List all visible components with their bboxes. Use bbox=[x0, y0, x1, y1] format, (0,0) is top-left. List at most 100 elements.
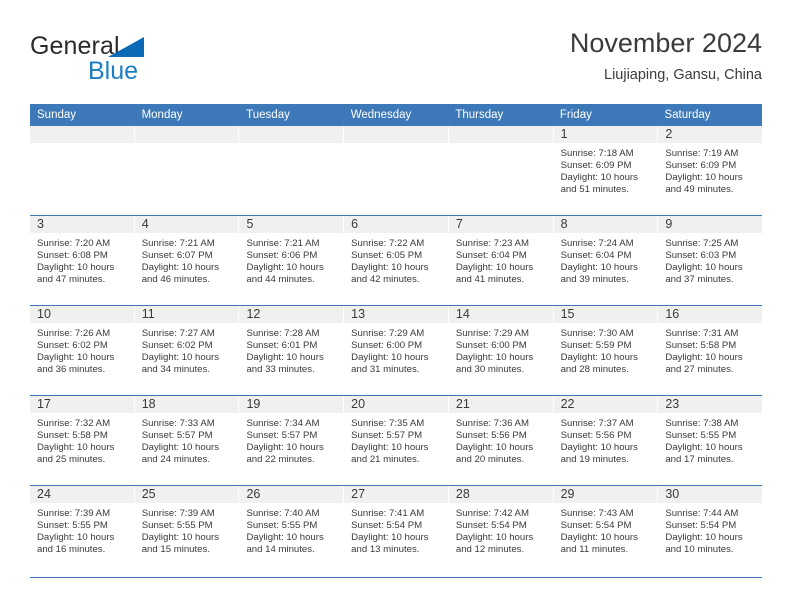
day-number: 20 bbox=[344, 396, 448, 413]
day-cell[interactable]: 18 Sunrise: 7:33 AM Sunset: 5:57 PM Dayligh… bbox=[133, 396, 239, 485]
day-cell[interactable]: 16 Sunrise: 7:31 AM Sunset: 5:58 PM Dayligh… bbox=[657, 306, 763, 395]
weekday-wednesday: Wednesday bbox=[350, 109, 412, 121]
daylight-text: Daylight: 10 hours and 44 minutes. bbox=[246, 261, 324, 285]
sunset-text: Sunset: 5:58 PM bbox=[665, 339, 737, 351]
day-number: 18 bbox=[134, 396, 239, 413]
sunrise-text: Sunrise: 7:39 AM bbox=[37, 508, 111, 519]
day-cell[interactable]: 17 Sunrise: 7:32 AM Sunset: 5:58 PM Dayligh… bbox=[30, 396, 134, 485]
brand-logo[interactable]: General Blue bbox=[30, 32, 260, 94]
day-number: 22 bbox=[553, 396, 658, 413]
day-details: Sunrise: 7:31 AM Sunset: 5:58 PM Daylight:… bbox=[658, 323, 762, 376]
day-number bbox=[134, 126, 239, 143]
day-cell[interactable]: 27 Sunrise: 7:41 AM Sunset: 5:54 PM Dayligh… bbox=[343, 486, 448, 577]
day-cell[interactable]: 25 Sunrise: 7:39 AM Sunset: 5:55 PM Dayligh… bbox=[133, 486, 239, 577]
day-cell[interactable]: 22 Sunrise: 7:37 AM Sunset: 5:56 PM Dayligh… bbox=[552, 396, 658, 485]
day-cell[interactable]: 14 Sunrise: 7:29 AM Sunset: 6:00 PM Dayligh… bbox=[447, 306, 553, 395]
daylight-text: Daylight: 10 hours and 31 minutes. bbox=[351, 351, 429, 375]
sunset-text: Sunset: 6:09 PM bbox=[665, 159, 737, 171]
sunset-text: Sunset: 6:06 PM bbox=[246, 249, 318, 261]
daylight-text: Daylight: 10 hours and 17 minutes. bbox=[665, 441, 743, 465]
sunrise-text: Sunrise: 7:34 AM bbox=[246, 418, 320, 429]
title-block: November 2024 Liujiaping, Gansu, China bbox=[570, 26, 762, 86]
daylight-text: Daylight: 10 hours and 34 minutes. bbox=[141, 351, 220, 375]
sunrise-text: Sunrise: 7:32 AM bbox=[37, 418, 111, 429]
day-details: Sunrise: 7:29 AM Sunset: 6:00 PM Daylight:… bbox=[344, 323, 448, 376]
day-cell[interactable]: 21 Sunrise: 7:36 AM Sunset: 5:56 PM Dayligh… bbox=[447, 396, 553, 485]
day-cell[interactable]: 28 Sunrise: 7:42 AM Sunset: 5:54 PM Dayligh… bbox=[447, 486, 553, 577]
daylight-text: Daylight: 10 hours and 15 minutes. bbox=[141, 531, 220, 555]
sunrise-text: Sunrise: 7:37 AM bbox=[560, 418, 634, 429]
sunset-text: Sunset: 5:55 PM bbox=[665, 429, 737, 441]
daylight-text: Daylight: 10 hours and 49 minutes. bbox=[665, 171, 743, 195]
day-number: 16 bbox=[658, 306, 763, 323]
daylight-text: Daylight: 10 hours and 42 minutes. bbox=[351, 261, 429, 285]
day-details: Sunrise: 7:39 AM Sunset: 5:55 PM Daylight:… bbox=[135, 503, 239, 556]
day-details: Sunrise: 7:27 AM Sunset: 6:02 PM Daylight:… bbox=[135, 323, 239, 376]
day-cell[interactable]: 29 Sunrise: 7:43 AM Sunset: 5:54 PM Dayligh… bbox=[552, 486, 658, 577]
day-cell[interactable]: 12 Sunrise: 7:28 AM Sunset: 6:01 PM Dayligh… bbox=[238, 306, 344, 395]
calendar-grid: Sunday Monday Tuesday Wednesday Thursday… bbox=[30, 104, 763, 578]
day-cell[interactable]: 9 Sunrise: 7:25 AM Sunset: 6:03 PM Daylight… bbox=[657, 216, 763, 305]
day-cell[interactable]: 20 Sunrise: 7:35 AM Sunset: 5:57 PM Dayligh… bbox=[343, 396, 448, 485]
daylight-text: Daylight: 10 hours and 13 minutes. bbox=[351, 531, 429, 555]
weekday-sunday: Sunday bbox=[37, 109, 77, 121]
calendar-week-row: 17 Sunrise: 7:32 AM Sunset: 5:58 PM Dayligh… bbox=[30, 396, 763, 486]
sunset-text: Sunset: 5:55 PM bbox=[141, 519, 213, 531]
day-details: Sunrise: 7:40 AM Sunset: 5:55 PM Daylight:… bbox=[239, 503, 343, 556]
day-cell[interactable]: 7 Sunrise: 7:23 AM Sunset: 6:04 PM Daylight… bbox=[447, 216, 553, 305]
day-number: 27 bbox=[344, 486, 448, 503]
day-cell-empty bbox=[238, 126, 344, 215]
daylight-text: Daylight: 10 hours and 30 minutes. bbox=[455, 351, 534, 375]
day-details: Sunrise: 7:39 AM Sunset: 5:55 PM Daylight:… bbox=[30, 503, 134, 556]
page-title: November 2024 bbox=[569, 28, 762, 58]
day-details: Sunrise: 7:42 AM Sunset: 5:54 PM Daylight:… bbox=[449, 503, 553, 556]
sunrise-text: Sunrise: 7:31 AM bbox=[665, 328, 739, 339]
day-details: Sunrise: 7:20 AM Sunset: 6:08 PM Daylight:… bbox=[30, 233, 134, 286]
day-cell-empty bbox=[447, 126, 553, 215]
day-cell[interactable]: 23 Sunrise: 7:38 AM Sunset: 5:55 PM Dayligh… bbox=[657, 396, 763, 485]
day-number: 7 bbox=[448, 216, 553, 233]
day-cell[interactable]: 30 Sunrise: 7:44 AM Sunset: 5:54 PM Dayligh… bbox=[657, 486, 763, 577]
day-cell[interactable]: 4 Sunrise: 7:21 AM Sunset: 6:07 PM Daylight… bbox=[133, 216, 239, 305]
day-cell[interactable]: 24 Sunrise: 7:39 AM Sunset: 5:55 PM Dayligh… bbox=[30, 486, 134, 577]
sunrise-text: Sunrise: 7:39 AM bbox=[141, 508, 215, 519]
day-cell[interactable]: 1 Sunrise: 7:18 AM Sunset: 6:09 PM Daylight… bbox=[552, 126, 658, 215]
day-cell[interactable]: 10 Sunrise: 7:26 AM Sunset: 6:02 PM Dayligh… bbox=[30, 306, 134, 395]
day-number: 11 bbox=[134, 306, 239, 323]
sunrise-text: Sunrise: 7:23 AM bbox=[455, 238, 529, 249]
daylight-text: Daylight: 10 hours and 20 minutes. bbox=[455, 441, 534, 465]
calendar-week-row: 10 Sunrise: 7:26 AM Sunset: 6:02 PM Dayligh… bbox=[30, 306, 763, 396]
day-cell[interactable]: 11 Sunrise: 7:27 AM Sunset: 6:02 PM Dayligh… bbox=[133, 306, 239, 395]
day-cell[interactable]: 3 Sunrise: 7:20 AM Sunset: 6:08 PM Daylight… bbox=[30, 216, 134, 305]
sunset-text: Sunset: 6:04 PM bbox=[560, 249, 632, 261]
day-cell[interactable]: 13 Sunrise: 7:29 AM Sunset: 6:00 PM Dayligh… bbox=[343, 306, 448, 395]
day-details: Sunrise: 7:38 AM Sunset: 5:55 PM Daylight:… bbox=[658, 413, 762, 466]
day-cell[interactable]: 6 Sunrise: 7:22 AM Sunset: 6:05 PM Daylight… bbox=[343, 216, 448, 305]
sunset-text: Sunset: 6:07 PM bbox=[141, 249, 213, 261]
sunrise-text: Sunrise: 7:44 AM bbox=[665, 508, 739, 519]
day-number bbox=[239, 126, 344, 143]
sunset-text: Sunset: 5:57 PM bbox=[246, 429, 318, 441]
sunset-text: Sunset: 5:54 PM bbox=[560, 519, 632, 531]
day-number: 12 bbox=[239, 306, 344, 323]
weekday-monday: Monday bbox=[141, 109, 183, 121]
weekday-saturday: Saturday bbox=[664, 109, 711, 121]
day-cell[interactable]: 2 Sunrise: 7:19 AM Sunset: 6:09 PM Daylight… bbox=[657, 126, 763, 215]
day-cell[interactable]: 5 Sunrise: 7:21 AM Sunset: 6:06 PM Daylight… bbox=[238, 216, 344, 305]
location-subtitle: Liujiaping, Gansu, China bbox=[604, 67, 762, 83]
sunset-text: Sunset: 5:54 PM bbox=[665, 519, 737, 531]
day-cell[interactable]: 26 Sunrise: 7:40 AM Sunset: 5:55 PM Dayligh… bbox=[238, 486, 344, 577]
day-cell[interactable]: 19 Sunrise: 7:34 AM Sunset: 5:57 PM Dayligh… bbox=[238, 396, 344, 485]
daylight-text: Daylight: 10 hours and 10 minutes. bbox=[665, 531, 743, 555]
day-number: 26 bbox=[239, 486, 344, 503]
weekday-friday: Friday bbox=[559, 109, 592, 121]
daylight-text: Daylight: 10 hours and 14 minutes. bbox=[246, 531, 324, 555]
day-cell[interactable]: 15 Sunrise: 7:30 AM Sunset: 5:59 PM Dayligh… bbox=[552, 306, 658, 395]
day-cell[interactable]: 8 Sunrise: 7:24 AM Sunset: 6:04 PM Daylight… bbox=[552, 216, 658, 305]
day-details: Sunrise: 7:36 AM Sunset: 5:56 PM Daylight:… bbox=[449, 413, 553, 466]
sunset-text: Sunset: 6:03 PM bbox=[665, 249, 737, 261]
day-details: Sunrise: 7:43 AM Sunset: 5:54 PM Daylight:… bbox=[554, 503, 658, 556]
daylight-text: Daylight: 10 hours and 37 minutes. bbox=[665, 261, 743, 285]
sunset-text: Sunset: 6:02 PM bbox=[37, 339, 108, 351]
daylight-text: Daylight: 10 hours and 39 minutes. bbox=[560, 261, 638, 285]
